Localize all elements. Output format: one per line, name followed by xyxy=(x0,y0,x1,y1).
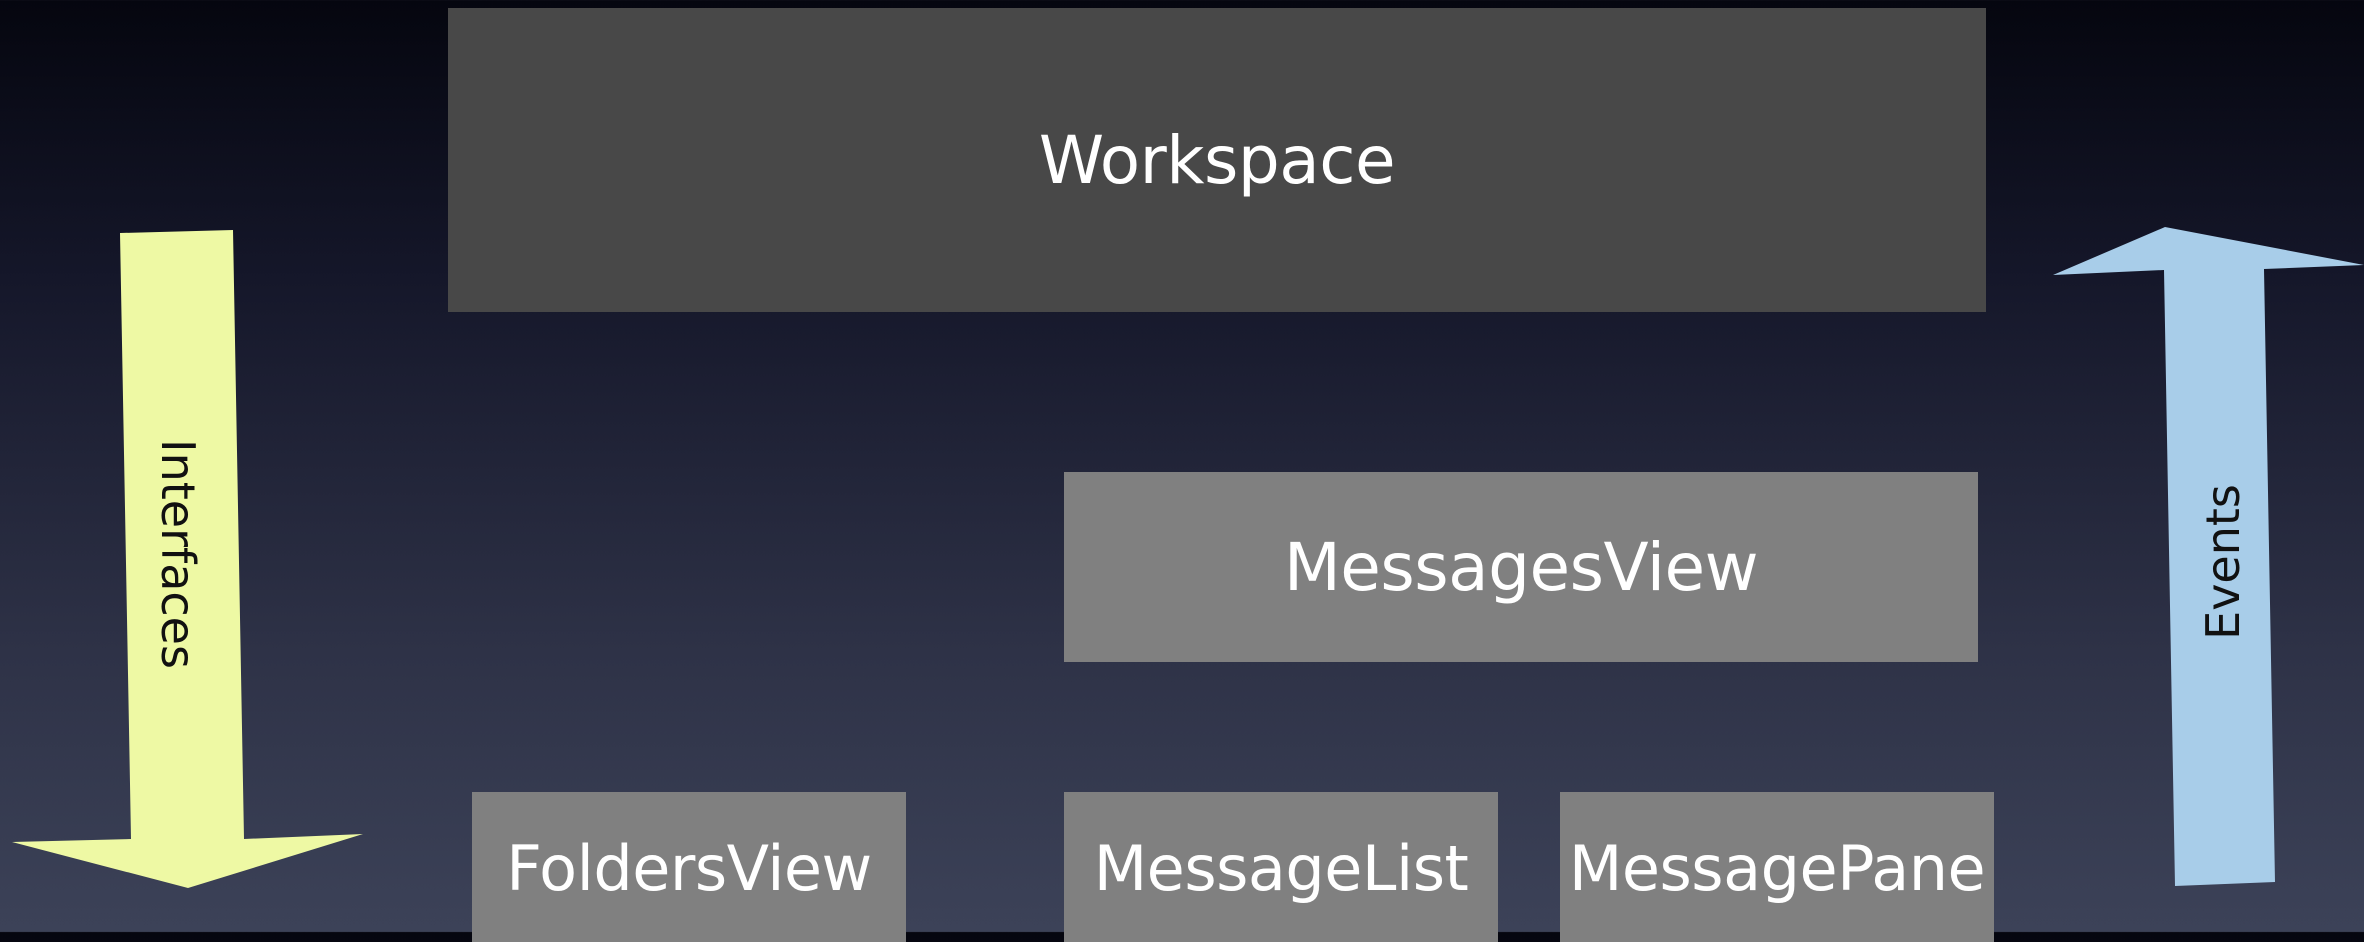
workspace-box: Workspace xyxy=(448,8,1986,312)
messages-view-label: MessagesView xyxy=(1283,528,1759,606)
message-list-box: MessageList xyxy=(1064,792,1498,942)
interfaces-arrow-label: Interfaces xyxy=(151,439,205,669)
workspace-label: Workspace xyxy=(1038,121,1396,199)
message-pane-label: MessagePane xyxy=(1568,832,1986,905)
message-list-label: MessageList xyxy=(1093,832,1469,905)
message-pane-box: MessagePane xyxy=(1560,792,1994,942)
folders-view-box: FoldersView xyxy=(472,792,906,942)
messages-view-box: MessagesView xyxy=(1064,472,1978,662)
folders-view-label: FoldersView xyxy=(506,832,872,905)
events-arrow-label: Events xyxy=(2196,484,2250,640)
